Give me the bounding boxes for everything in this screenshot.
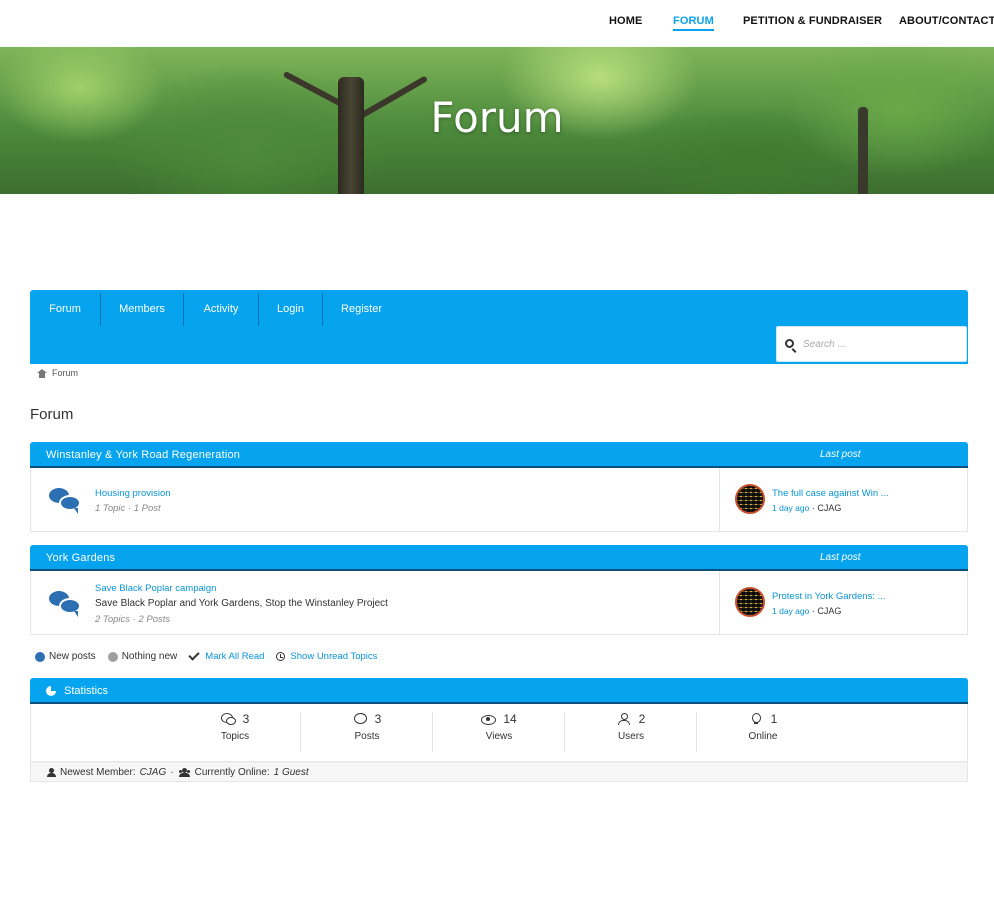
last-post-time[interactable]: 1 day ago [772, 503, 809, 513]
mark-all-read-button[interactable]: Mark All Read [188, 649, 265, 662]
hero-banner: Forum [0, 47, 994, 194]
stat-value: 3 [374, 712, 382, 726]
nav-forum[interactable]: FORUM [673, 15, 714, 31]
newest-member-name[interactable]: CJAG [140, 767, 167, 778]
history-icon [276, 652, 286, 661]
avatar[interactable] [735, 484, 765, 514]
stat-label: Views [485, 731, 513, 742]
forum-legend: New posts Nothing new Mark All Read Show… [35, 649, 389, 662]
forum-name[interactable]: Save Black Poplar campaign [95, 583, 216, 594]
show-unread-topics-button[interactable]: Show Unread Topics [276, 651, 377, 662]
last-post-meta: 1 day ago · CJAG [772, 503, 841, 513]
top-navigation: HOME FORUM PETITION & FUNDRAISER ABOUT/C… [0, 0, 994, 47]
category-header: Winstanley & York Road Regeneration Last… [30, 442, 968, 468]
menu-activity[interactable]: Activity [184, 290, 258, 326]
avatar[interactable] [735, 587, 765, 617]
stat-label: Topics [220, 731, 250, 742]
column-divider [719, 468, 720, 531]
last-post-meta: 1 day ago · CJAG [772, 606, 841, 616]
topics-icon [220, 713, 236, 725]
forum-bubbles-icon [49, 591, 81, 617]
online-icon [749, 713, 763, 725]
last-post-title[interactable]: The full case against Win ... [772, 488, 889, 499]
legend-nothing-new: Nothing new [107, 651, 178, 662]
nothing-new-dot-icon [107, 651, 118, 662]
forum-description: Save Black Poplar and York Gardens, Stop… [95, 598, 388, 609]
meta-separator: · [811, 503, 815, 513]
column-divider [719, 571, 720, 634]
newest-member-label: Newest Member: [60, 766, 136, 778]
menu-forum[interactable]: Forum [30, 290, 100, 326]
last-post-author[interactable]: CJAG [817, 503, 841, 513]
last-post-time[interactable]: 1 day ago [772, 606, 809, 616]
statistics-panel: Statistics 3 Topics 3 Posts 14 Views 2 U… [30, 678, 968, 782]
newest-member-bar: Newest Member: CJAG · Currently Online: … [30, 762, 968, 782]
stat-views: 14 Views [433, 712, 565, 752]
separator: · [170, 766, 174, 778]
menu-register[interactable]: Register [323, 290, 400, 326]
search-box [776, 326, 967, 362]
last-post-title[interactable]: Protest in York Gardens: ... [772, 591, 886, 602]
stat-value: 2 [638, 712, 646, 726]
last-post-author[interactable]: CJAG [817, 606, 841, 616]
last-post-header: Last post [820, 552, 861, 563]
last-post-header: Last post [820, 449, 861, 460]
menu-login[interactable]: Login [259, 290, 322, 326]
search-icon [785, 339, 794, 348]
pie-chart-icon [46, 686, 56, 696]
nav-petition-fundraiser[interactable]: PETITION & FUNDRAISER [743, 15, 882, 27]
users-group-icon [178, 767, 191, 777]
currently-online-label: Currently Online: [194, 766, 270, 778]
forum-menubar: Forum Members Activity Login Register [30, 290, 968, 364]
meta-separator: · [811, 606, 815, 616]
statistics-title: Statistics [64, 685, 109, 697]
posts-icon [353, 713, 367, 725]
category-title[interactable]: Winstanley & York Road Regeneration [46, 449, 240, 461]
page-title: Forum [30, 406, 74, 423]
stat-label: Online [748, 731, 778, 742]
stat-label: Posts [354, 731, 380, 742]
forum-bubbles-icon [49, 488, 81, 514]
home-icon [37, 368, 47, 378]
legend-nothing-new-label: Nothing new [121, 651, 178, 662]
stat-value: 1 [770, 712, 778, 726]
new-posts-dot-icon [35, 651, 45, 662]
legend-new-posts: New posts [35, 651, 96, 662]
users-icon [617, 713, 631, 725]
category-panel: York Gardens Last post Save Black Poplar… [30, 545, 968, 635]
statistics-header: Statistics [30, 678, 968, 704]
currently-online-value: 1 Guest [273, 766, 309, 778]
mark-all-read-label: Mark All Read [205, 651, 265, 662]
forum-counts: 1 Topic · 1 Post [95, 503, 161, 514]
category-header: York Gardens Last post [30, 545, 968, 571]
stat-value: 14 [503, 712, 517, 726]
stat-users: 2 Users [565, 712, 697, 752]
search-input[interactable] [803, 335, 953, 353]
forum-row: Housing provision 1 Topic · 1 Post The f… [30, 468, 968, 532]
breadcrumb-forum[interactable]: Forum [52, 368, 78, 378]
user-icon [47, 767, 56, 777]
check-icon [188, 649, 200, 661]
hero-title: Forum [430, 93, 564, 142]
forum-counts: 2 Topics · 2 Posts [95, 614, 171, 625]
stat-posts: 3 Posts [301, 712, 433, 752]
stat-value: 3 [242, 712, 250, 726]
menu-members[interactable]: Members [101, 290, 183, 326]
forum-row: Save Black Poplar campaign Save Black Po… [30, 571, 968, 635]
category-title[interactable]: York Gardens [46, 552, 115, 564]
nav-home[interactable]: HOME [609, 15, 642, 27]
views-icon [481, 713, 497, 725]
stat-label: Users [617, 731, 645, 742]
statistics-body: 3 Topics 3 Posts 14 Views 2 Users 1 Onli… [30, 704, 968, 762]
stat-online: 1 Online [697, 712, 829, 742]
nav-about-contact[interactable]: ABOUT/CONTACT [899, 15, 994, 27]
legend-new-posts-label: New posts [49, 651, 96, 662]
breadcrumb: Forum [37, 368, 78, 378]
show-unread-label: Show Unread Topics [290, 651, 378, 662]
category-panel: Winstanley & York Road Regeneration Last… [30, 442, 968, 532]
stat-topics: 3 Topics [169, 712, 301, 752]
forum-name[interactable]: Housing provision [95, 488, 171, 499]
